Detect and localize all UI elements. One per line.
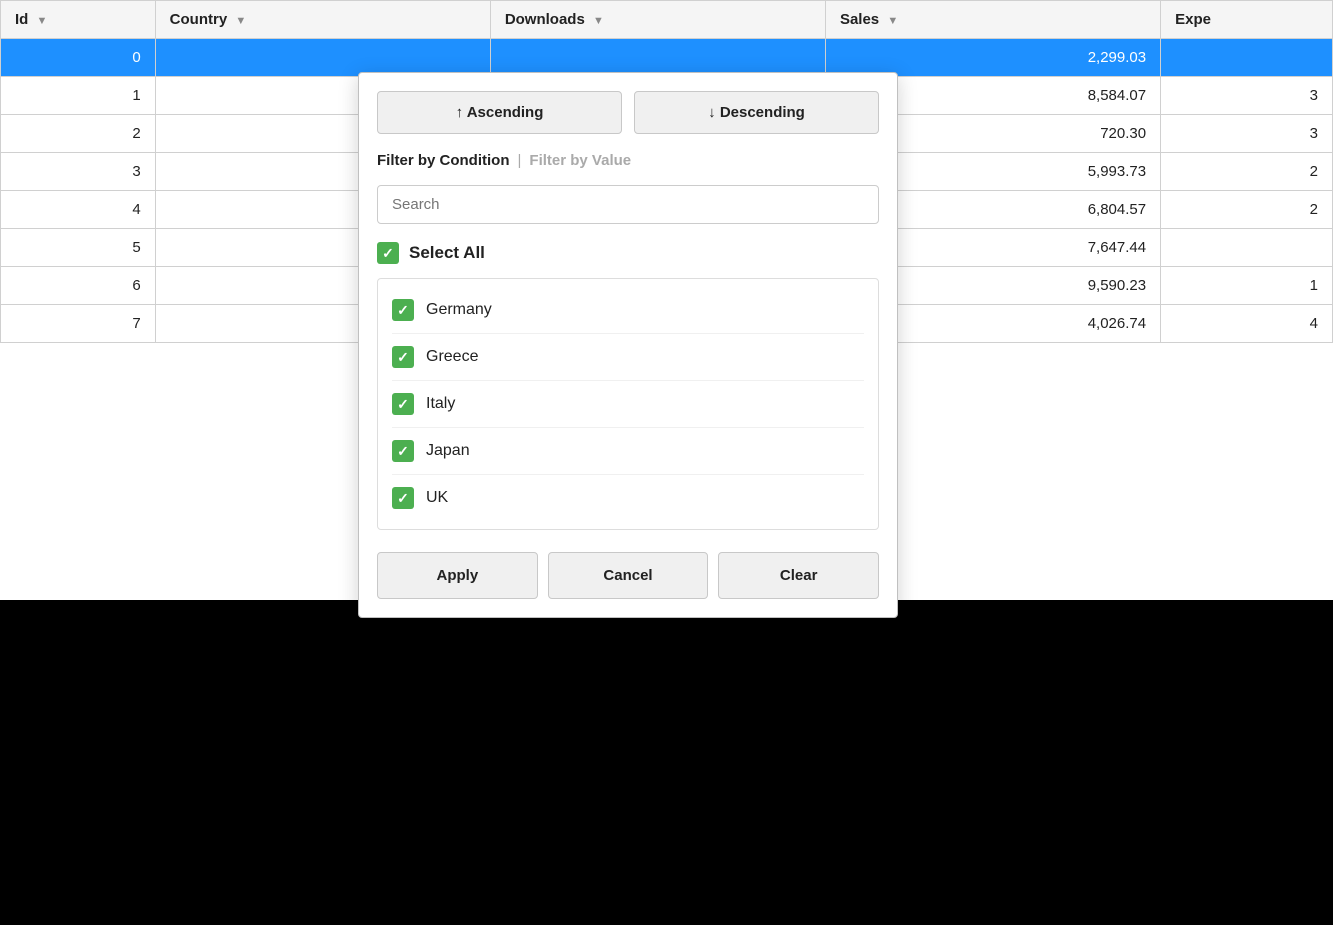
cell-expe [1161,229,1333,267]
col-expe-label: Expe [1175,11,1211,28]
cell-id: 3 [1,153,156,191]
filter-tabs-row: Filter by Condition | Filter by Value [377,152,879,169]
list-item[interactable]: UK [392,475,864,521]
cell-id: 0 [1,39,156,77]
col-downloads-label: Downloads [505,11,585,28]
select-all-label: Select All [409,243,485,263]
col-country-label: Country [170,11,228,28]
country-label-germany: Germany [426,301,492,319]
country-label-greece: Greece [426,348,478,366]
cell-downloads [490,39,825,77]
search-input[interactable] [377,185,879,224]
cell-id: 2 [1,115,156,153]
cell-expe: 4 [1161,305,1333,343]
cell-id: 5 [1,229,156,267]
col-header-id[interactable]: Id ▼ [1,1,156,39]
cell-id: 1 [1,77,156,115]
cell-country [155,39,490,77]
col-header-expe[interactable]: Expe [1161,1,1333,39]
list-item[interactable]: Italy [392,381,864,428]
cell-expe: 2 [1161,191,1333,229]
filter-popup: ↑ Ascending ↓ Descending Filter by Condi… [358,72,898,618]
cell-expe: 3 [1161,77,1333,115]
col-sales-label: Sales [840,11,879,28]
cell-expe: 2 [1161,153,1333,191]
greece-checkbox[interactable] [392,346,414,368]
col-sales-filter-icon[interactable]: ▼ [887,15,898,27]
italy-checkbox[interactable] [392,393,414,415]
country-label-italy: Italy [426,395,455,413]
filter-by-value-tab[interactable]: Filter by Value [529,152,631,169]
checkbox-list-inner: Germany Greece Italy Japan UK [378,287,878,521]
list-item[interactable]: Germany [392,287,864,334]
col-header-sales[interactable]: Sales ▼ [825,1,1160,39]
apply-button[interactable]: Apply [377,552,538,599]
clear-button[interactable]: Clear [718,552,879,599]
cell-expe: 3 [1161,115,1333,153]
list-item[interactable]: Greece [392,334,864,381]
cell-sales: 2,299.03 [825,39,1160,77]
germany-checkbox[interactable] [392,299,414,321]
col-downloads-filter-icon[interactable]: ▼ [593,15,604,27]
action-buttons-row: Apply Cancel Clear [377,552,879,599]
uk-checkbox[interactable] [392,487,414,509]
cancel-button[interactable]: Cancel [548,552,709,599]
cell-id: 6 [1,267,156,305]
list-item[interactable]: Japan [392,428,864,475]
cell-expe: 1 [1161,267,1333,305]
cell-id: 7 [1,305,156,343]
col-header-country[interactable]: Country ▼ [155,1,490,39]
select-all-checkbox[interactable] [377,242,399,264]
filter-tab-separator: | [518,152,522,169]
sort-buttons-row: ↑ Ascending ↓ Descending [377,91,879,134]
select-all-row[interactable]: Select All [377,238,879,268]
cell-expe [1161,39,1333,77]
bottom-area [0,600,1333,925]
table-row[interactable]: 0 2,299.03 [1,39,1333,77]
col-country-filter-icon[interactable]: ▼ [235,15,246,27]
col-header-downloads[interactable]: Downloads ▼ [490,1,825,39]
col-id-filter-icon[interactable]: ▼ [37,15,48,27]
country-label-japan: Japan [426,442,470,460]
sort-descending-button[interactable]: ↓ Descending [634,91,879,134]
sort-ascending-button[interactable]: ↑ Ascending [377,91,622,134]
japan-checkbox[interactable] [392,440,414,462]
country-label-uk: UK [426,489,448,507]
col-id-label: Id [15,11,28,28]
search-input-wrap [377,185,879,224]
cell-id: 4 [1,191,156,229]
country-checkbox-list: Germany Greece Italy Japan UK [377,278,879,530]
filter-by-condition-tab[interactable]: Filter by Condition [377,152,510,169]
